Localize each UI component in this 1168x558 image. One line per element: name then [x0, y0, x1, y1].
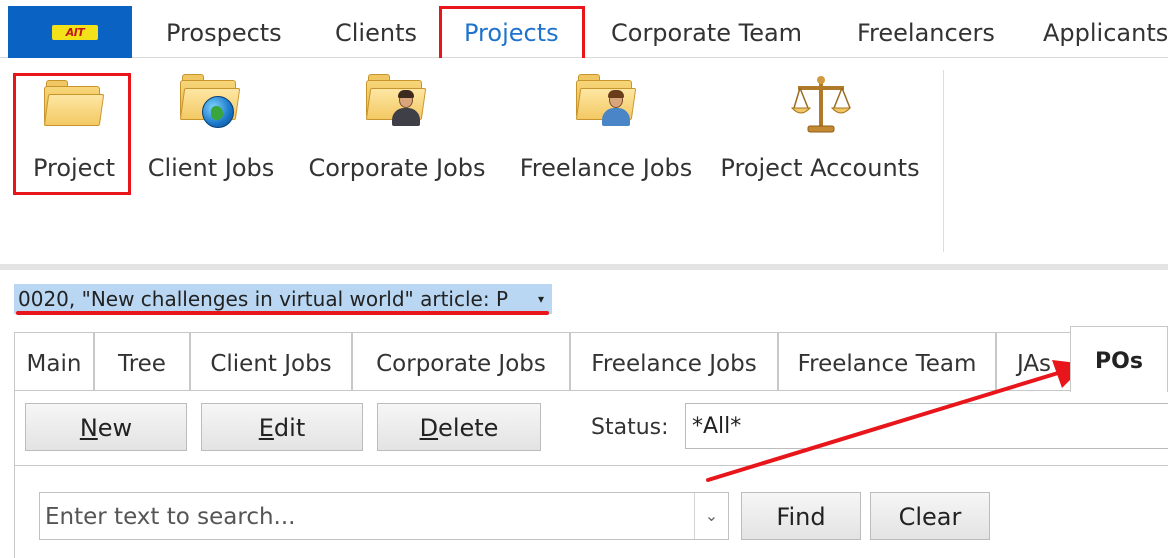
tab-tree[interactable]: Tree — [94, 332, 190, 390]
ribbon-client-jobs-button[interactable]: Client Jobs — [142, 74, 280, 194]
menu-tab-projects[interactable]: Projects — [464, 0, 559, 58]
tab-client-jobs[interactable]: Client Jobs — [190, 332, 352, 390]
folder-globe-icon — [179, 74, 242, 134]
status-select[interactable]: *All* — [685, 403, 1168, 449]
tab-pos[interactable]: POs — [1070, 326, 1168, 392]
app-logo: AIT — [52, 25, 98, 40]
chevron-down-icon[interactable]: ⌄ — [694, 493, 728, 539]
tab-corporate-jobs[interactable]: Corporate Jobs — [352, 332, 570, 390]
status-label: Status: — [591, 415, 669, 440]
ribbon-label-corporate-jobs: Corporate Jobs — [308, 154, 486, 182]
ribbon-divider — [0, 264, 1168, 270]
menu-tab-applicants[interactable]: Applicants — [1043, 0, 1168, 58]
tab-jas[interactable]: JAs — [996, 332, 1072, 390]
menu-tab-prospects[interactable]: Prospects — [166, 0, 282, 58]
tab-strip: Main Tree Client Jobs Corporate Jobs Fre… — [14, 326, 1168, 392]
folder-icon — [43, 80, 106, 130]
menu-tab-corporate-team[interactable]: Corporate Team — [611, 0, 802, 58]
menu-bar: AIT Prospects Clients Projects Corporate… — [0, 0, 1168, 61]
record-selector-value: 0020, "New challenges in virtual world" … — [18, 287, 508, 311]
app-menu-button[interactable]: AIT — [8, 6, 132, 58]
clear-button[interactable]: Clear — [870, 492, 990, 540]
record-selector[interactable]: 0020, "New challenges in virtual world" … — [14, 284, 552, 314]
tab-main[interactable]: Main — [14, 332, 94, 390]
delete-button[interactable]: Delete — [377, 403, 541, 451]
new-button[interactable]: New — [25, 403, 187, 451]
ribbon-separator — [943, 70, 944, 252]
search-row: Enter text to search... ⌄ Find Clear — [15, 465, 1168, 558]
ribbon-label-freelance-jobs: Freelance Jobs — [519, 154, 693, 182]
menu-tab-clients[interactable]: Clients — [335, 0, 417, 58]
tab-freelance-team[interactable]: Freelance Team — [778, 332, 996, 390]
ribbon-freelance-jobs-button[interactable]: Freelance Jobs — [516, 74, 696, 194]
tab-freelance-jobs[interactable]: Freelance Jobs — [570, 332, 778, 390]
ribbon-label-client-jobs: Client Jobs — [147, 154, 275, 182]
ribbon: Project Client Jobs Corporate Jobs Freel… — [8, 58, 1168, 264]
ribbon-project-accounts-button[interactable]: Project Accounts — [720, 74, 920, 194]
pos-panel: New Edit Delete Status: *All* Enter text… — [14, 390, 1168, 558]
folder-person-blue-icon — [575, 74, 638, 134]
search-input[interactable]: Enter text to search... ⌄ — [39, 492, 729, 540]
folder-person-icon — [365, 74, 428, 134]
ribbon-project-button[interactable]: Project — [18, 74, 130, 194]
search-placeholder: Enter text to search... — [45, 504, 296, 530]
ribbon-corporate-jobs-button[interactable]: Corporate Jobs — [304, 74, 490, 194]
find-button[interactable]: Find — [741, 492, 861, 540]
menu-tab-freelancers[interactable]: Freelancers — [857, 0, 995, 58]
ribbon-label-project-accounts: Project Accounts — [720, 154, 920, 182]
highlight-record-underline — [16, 311, 549, 315]
edit-button[interactable]: Edit — [201, 403, 363, 451]
scales-icon — [790, 74, 852, 136]
ribbon-label-project: Project — [32, 154, 116, 182]
chevron-down-icon: ▾ — [537, 292, 544, 306]
